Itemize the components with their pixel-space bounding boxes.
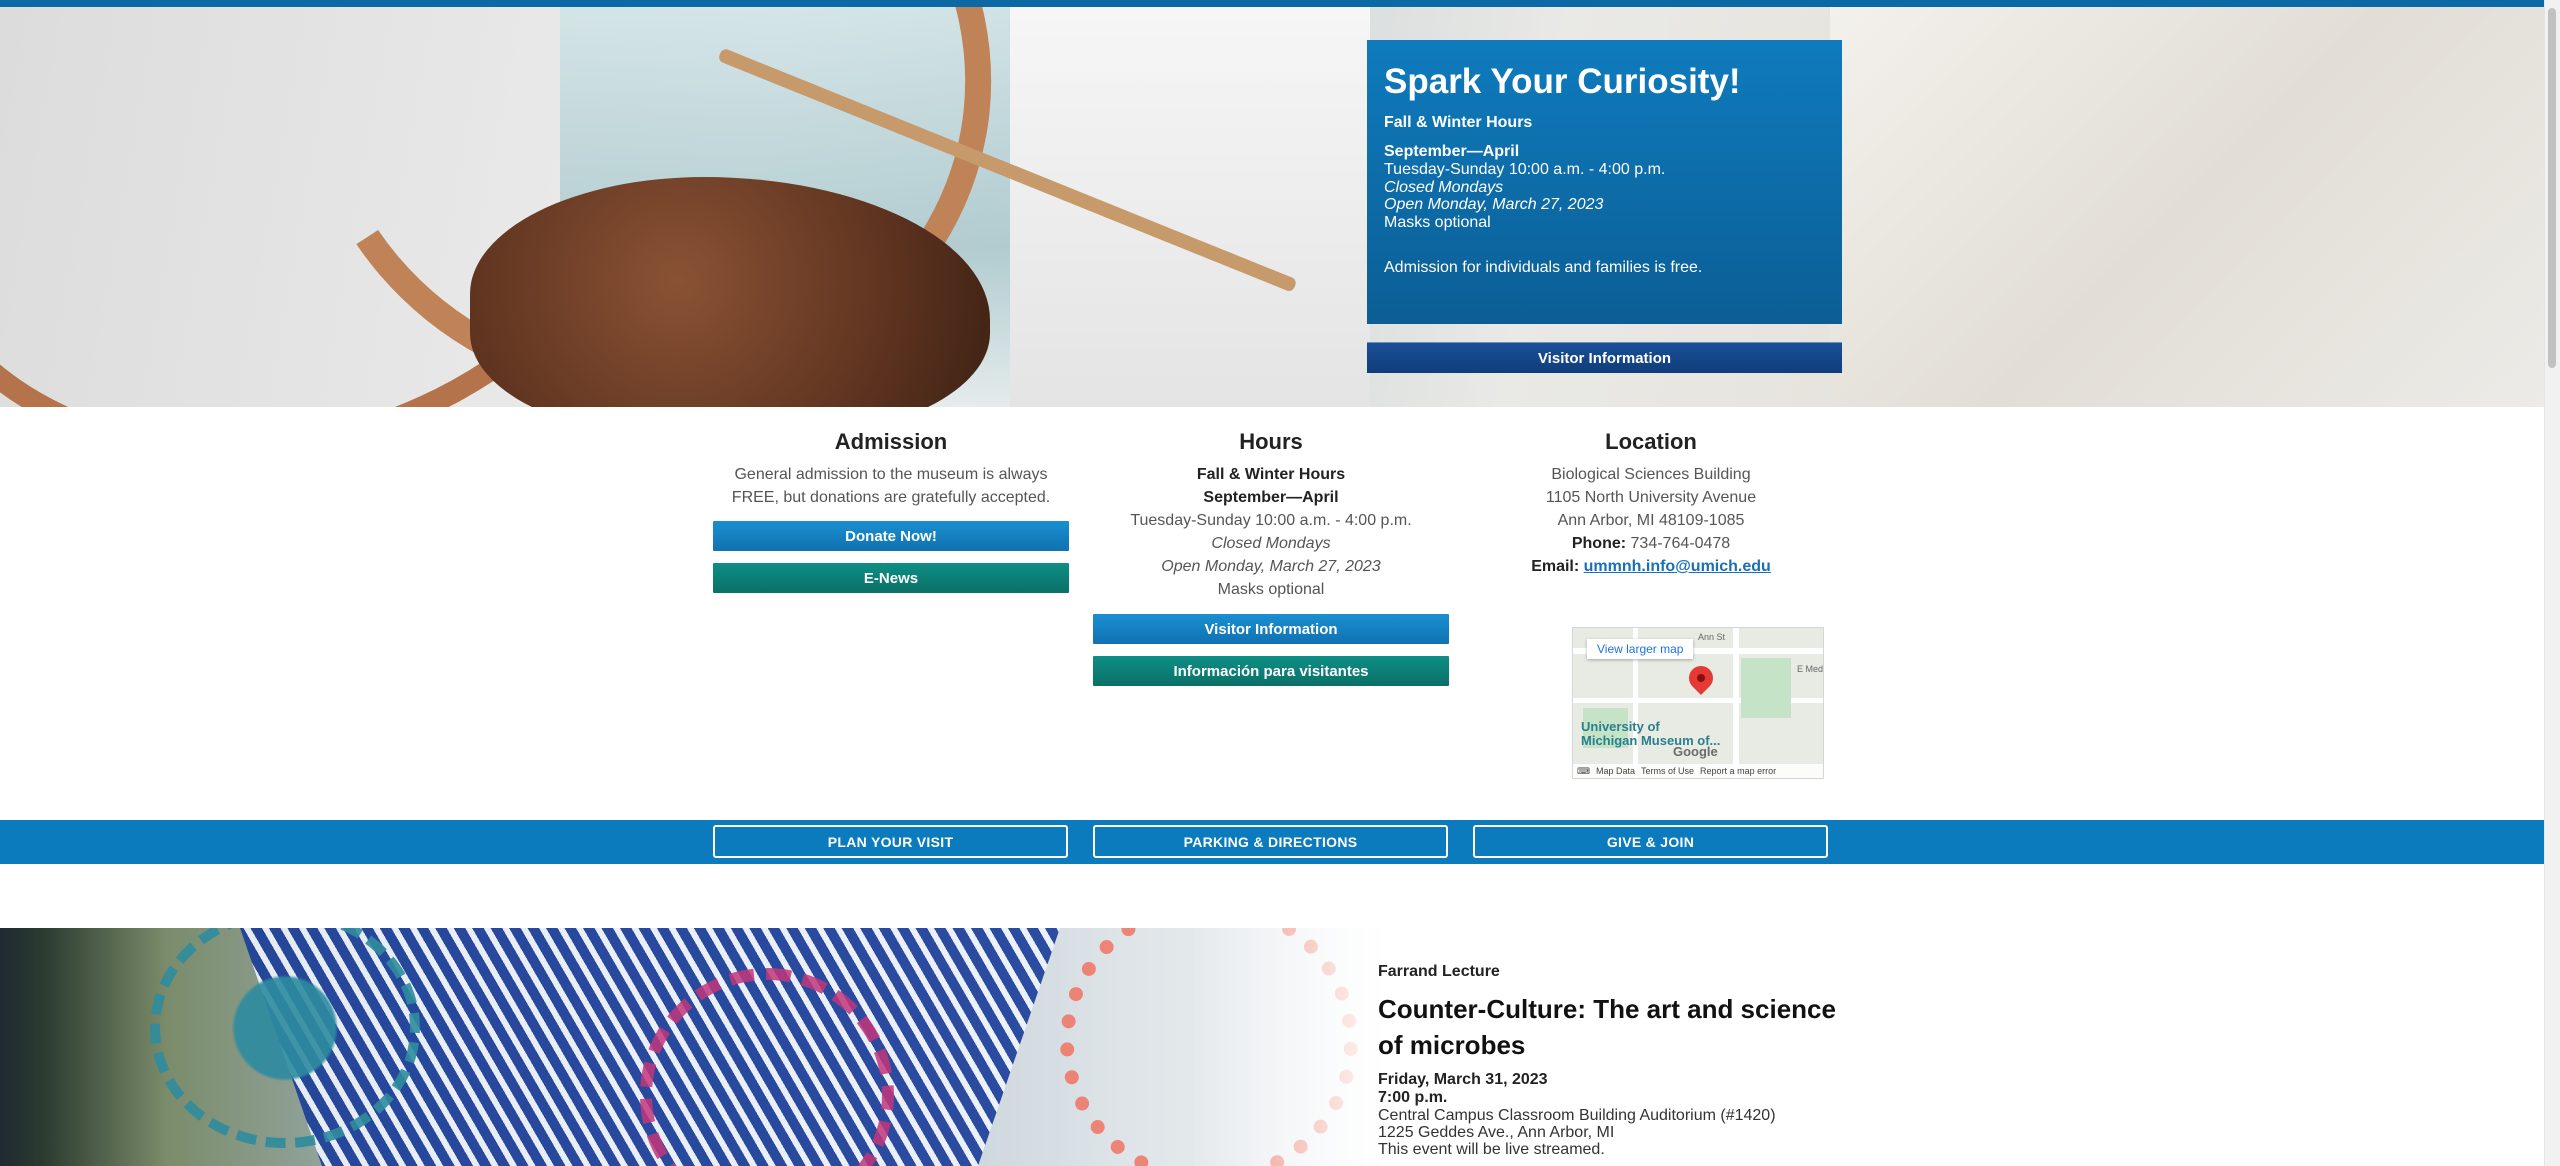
quick-links-bar: PLAN YOUR VISIT PARKING & DIRECTIONS GIV… [0, 820, 2545, 864]
hours-times: Tuesday-Sunday 10:00 a.m. - 4:00 p.m. [1130, 512, 1412, 529]
hero-background-art [1830, 7, 2545, 407]
event-image[interactable] [0, 928, 1390, 1166]
map-street-label: Ann St [1698, 632, 1726, 642]
hero-atrium-wall [1010, 7, 1370, 407]
parking-directions-button[interactable]: PARKING & DIRECTIONS [1093, 825, 1448, 858]
donate-button[interactable]: Donate Now! [713, 521, 1069, 551]
hero-months: September—April [1384, 143, 1520, 160]
hours-column: Hours Fall & Winter Hours September—Apri… [1093, 430, 1449, 686]
view-larger-map-link[interactable]: View larger map [1587, 639, 1694, 659]
hours-season: Fall & Winter Hours [1196, 466, 1346, 483]
page-scrollbar[interactable] [2544, 0, 2560, 1166]
terms-of-use-link[interactable]: Terms of Use [1641, 766, 1694, 776]
hero-closed: Closed Mondays [1384, 178, 1504, 196]
hero-season: Fall & Winter Hours [1384, 114, 1533, 131]
event-time: 7:00 p.m. [1378, 1089, 1448, 1106]
event-note: This event will be live streamed. [1378, 1141, 1605, 1158]
google-logo: Google [1673, 744, 1718, 759]
hours-months: September—April [1203, 489, 1339, 506]
map-street-label: E Med [1797, 664, 1824, 674]
hours-closed: Closed Mondays [1211, 535, 1331, 552]
location-heading: Location [1605, 429, 1697, 454]
event-address: 1225 Geddes Ave., Ann Arbor, MI [1378, 1124, 1615, 1141]
hero-banner [0, 7, 2545, 407]
enews-button[interactable]: E-News [713, 563, 1069, 593]
spanish-visitor-information-button[interactable]: Información para visitantes [1093, 656, 1449, 686]
email-link[interactable]: ummnh.info@umich.edu [1584, 558, 1771, 575]
admission-heading: Admission [834, 429, 948, 454]
hero-open-special: Open Monday, March 27, 2023 [1384, 196, 1604, 213]
embedded-map[interactable]: Ann St E Med View larger map University … [1572, 627, 1824, 779]
hours-hero-panel: Spark Your Curiosity! Fall & Winter Hour… [1367, 40, 1842, 324]
report-map-error-link[interactable]: Report a map error [1700, 766, 1776, 776]
location-email: Email: ummnh.info@umich.edu [1473, 555, 1829, 578]
top-accent-bar [0, 0, 2545, 7]
map-pin-icon[interactable] [1684, 661, 1718, 695]
admission-column: Admission General admission to the museu… [713, 430, 1069, 593]
map-road [1733, 628, 1739, 778]
location-city: Ann Arbor, MI 48109-1085 [1557, 512, 1745, 529]
event-details: Farrand Lecture Counter-Culture: The art… [1378, 963, 1848, 1158]
location-column: Location Biological Sciences Building 11… [1473, 430, 1829, 578]
map-place-label-line1: University of [1581, 719, 1660, 734]
map-park [1741, 658, 1791, 718]
hero-title: Spark Your Curiosity! [1384, 62, 1741, 101]
event-date: Friday, March 31, 2023 [1378, 1071, 1548, 1088]
give-join-button[interactable]: GIVE & JOIN [1473, 825, 1828, 858]
hero-masks: Masks optional [1384, 213, 1491, 231]
hours-heading: Hours [1239, 429, 1303, 454]
event-image-fade [1190, 928, 1390, 1166]
phone-number: 734-764-0478 [1630, 535, 1731, 552]
hours-open-special: Open Monday, March 27, 2023 [1161, 558, 1381, 575]
hero-admission: Admission for individuals and families i… [1384, 259, 1703, 276]
location-phone: Phone: 734-764-0478 [1473, 532, 1829, 555]
event-title[interactable]: Counter-Culture: The art and science of … [1378, 991, 1848, 1063]
location-street: 1105 North University Avenue [1545, 489, 1757, 506]
plan-your-visit-button[interactable]: PLAN YOUR VISIT [713, 825, 1068, 858]
phone-label: Phone: [1571, 535, 1627, 552]
event-kicker: Farrand Lecture [1378, 963, 1500, 980]
admission-text: General admission to the museum is alway… [731, 466, 1051, 506]
map-footer: ⌨ Map Data Terms of Use Report a map err… [1573, 764, 1823, 778]
hero-visitor-information-button[interactable]: Visitor Information [1367, 342, 1842, 373]
map-data-link[interactable]: Map Data [1596, 766, 1635, 776]
hours-masks: Masks optional [1217, 581, 1325, 598]
keyboard-icon[interactable]: ⌨ [1577, 766, 1590, 777]
location-building: Biological Sciences Building [1551, 466, 1751, 483]
email-label: Email: [1531, 558, 1580, 575]
hero-hours: Tuesday-Sunday 10:00 a.m. - 4:00 p.m. [1384, 161, 1666, 178]
scrollbar-thumb[interactable] [2548, 8, 2556, 368]
visitor-information-button[interactable]: Visitor Information [1093, 614, 1449, 644]
event-venue: Central Campus Classroom Building Audito… [1378, 1107, 1776, 1124]
